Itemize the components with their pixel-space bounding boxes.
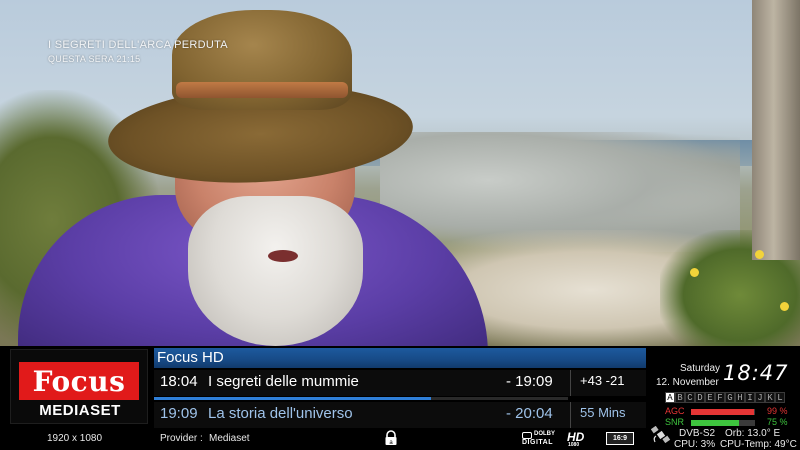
agc-fill — [691, 409, 755, 415]
hd-badge: HD 1080 — [567, 430, 591, 448]
clock-date: 12. November — [656, 377, 719, 388]
letter-h: H — [735, 392, 745, 403]
letter-l: L — [775, 392, 785, 403]
agc-track — [691, 409, 755, 415]
snr-fill — [691, 420, 739, 426]
letter-e: E — [705, 392, 715, 403]
event-progress-fill — [154, 397, 432, 400]
tuner-system: DVB-S2 — [679, 428, 716, 439]
event-now-elapsed: +43 -21 — [580, 373, 625, 388]
person-mouth — [268, 250, 298, 262]
channel-bar[interactable]: Focus HD — [154, 348, 646, 368]
provider-name: Mediaset — [209, 433, 250, 444]
agc-value: 99 % — [767, 406, 788, 416]
event-next-duration: 55 Mins — [580, 405, 626, 420]
event-now-start: 18:04 — [160, 373, 198, 390]
hd-sub-text: 1080 — [568, 442, 580, 448]
flower — [780, 302, 789, 311]
letter-k: K — [765, 392, 775, 403]
logo-focus-text: Focus — [19, 362, 139, 400]
letter-c: C — [685, 392, 695, 403]
event-next-start: 19:09 — [160, 405, 198, 422]
dolby-mark — [522, 432, 532, 439]
dolby-digital-badge: DOLBY DIGITAL — [522, 431, 558, 446]
channel-name: Focus HD — [157, 349, 224, 366]
infobar: Focus MEDIASET Focus HD 18:04 I segreti … — [0, 346, 800, 450]
event-now-title: I segreti delle mummie — [208, 373, 359, 390]
letter-g: G — [725, 392, 735, 403]
video-resolution: 1920 x 1080 — [47, 433, 103, 444]
provider-label: Provider : — [160, 433, 203, 444]
letter-b: B — [675, 392, 685, 403]
flower — [755, 250, 764, 259]
letter-strip: ABCDEFGHIJKL — [665, 392, 785, 403]
snr-track — [691, 420, 755, 426]
letter-f: F — [715, 392, 725, 403]
event-next-end: - 20:04 — [506, 405, 553, 422]
channel-logo: Focus MEDIASET — [10, 349, 148, 424]
palm-trunk — [752, 0, 800, 260]
event-progress-bar — [154, 397, 568, 400]
event-now[interactable]: 18:04 I segreti delle mummie - 19:09 +43… — [154, 370, 646, 396]
event-next[interactable]: 19:09 La storia dell'universo - 20:04 55… — [154, 402, 646, 428]
flower — [690, 268, 699, 277]
aspect-ratio-badge: 16:9 — [606, 432, 634, 446]
event-separator — [570, 370, 571, 396]
dolby-top-text: DOLBY — [534, 431, 555, 437]
satellite-icon — [651, 426, 671, 444]
event-now-end: - 19:09 — [506, 373, 553, 390]
dolby-bottom-text: DIGITAL — [522, 439, 553, 446]
letter-j: J — [755, 392, 765, 403]
clock-day: Saturday — [680, 363, 721, 374]
letter-i: I — [745, 392, 755, 403]
aspect-text: 16:9 — [613, 435, 628, 442]
person-beard — [188, 196, 363, 346]
event-separator — [570, 402, 571, 428]
agc-label: AGC — [665, 406, 685, 416]
cpu-temperature: CPU-Temp: 49°C — [720, 439, 797, 450]
snr-value: 75 % — [767, 417, 788, 427]
letter-a: A — [665, 392, 675, 403]
lock-icon: a — [385, 430, 397, 446]
promo-title: I SEGRETI DELL'ARCA PERDUTA — [48, 39, 228, 51]
letter-d: D — [695, 392, 705, 403]
clock-time: 18:47 — [723, 361, 789, 385]
cpu-usage: CPU: 3% — [674, 439, 716, 450]
event-next-title: La storia dell'universo — [208, 405, 353, 422]
logo-mediaset-text: MEDIASET — [39, 402, 121, 419]
promo-time: QUESTA SERA 21:15 — [48, 54, 141, 64]
tuner-orbit: Orb: 13.0° E — [725, 428, 781, 439]
promo-overlay: I SEGRETI DELL'ARCA PERDUTA QUESTA SERA … — [48, 39, 228, 64]
clock-panel: Saturday 12. November 18:47 — [650, 358, 800, 390]
hat-band — [176, 82, 348, 98]
